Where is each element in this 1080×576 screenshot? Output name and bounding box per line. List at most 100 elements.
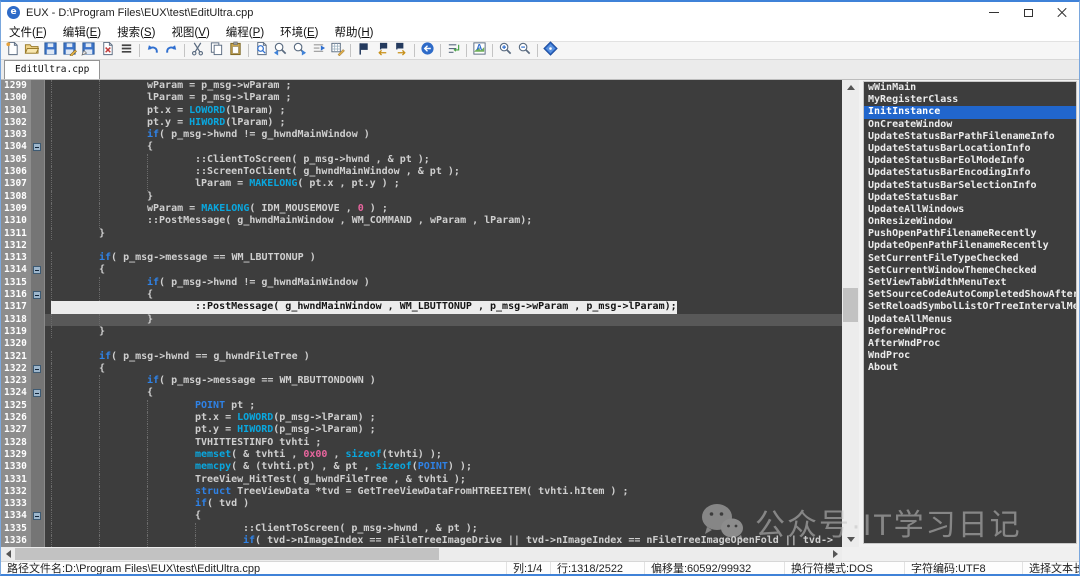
- tab-editultra-cpp[interactable]: EditUltra.cpp: [4, 60, 100, 79]
- save-all-button[interactable]: [60, 42, 79, 60]
- code-line[interactable]: 1303if( p_msg->hwnd != g_hwndMainWindow …: [1, 129, 842, 141]
- line-endings-button[interactable]: [444, 42, 463, 60]
- code-line[interactable]: 1301pt.x = LOWORD(lParam) ;: [1, 105, 842, 117]
- vertical-scrollbar-thumb[interactable]: [843, 288, 858, 322]
- code-line[interactable]: 1328TVHITTESTINFO tvhti ;: [1, 437, 842, 449]
- scroll-left-button[interactable]: [1, 547, 15, 561]
- code-line[interactable]: 1309wParam = MAKELONG( IDM_MOUSEMOVE , 0…: [1, 203, 842, 215]
- menu-item-编程P[interactable]: 编程(P): [218, 23, 272, 41]
- bookmark-prev-button[interactable]: [373, 42, 392, 60]
- menu-item-搜索S[interactable]: 搜索(S): [109, 23, 163, 41]
- save-button[interactable]: [41, 42, 60, 60]
- undo-button[interactable]: [143, 42, 162, 60]
- code-line[interactable]: 1314{: [1, 264, 842, 276]
- code-line[interactable]: 1312: [1, 240, 842, 252]
- code-line[interactable]: 1308}: [1, 191, 842, 203]
- symbol-item-oncreatewindow[interactable]: OnCreateWindow: [864, 119, 1076, 131]
- symbol-item-pushopenpathfilenamerecently[interactable]: PushOpenPathFilenameRecently: [864, 228, 1076, 240]
- redo-button[interactable]: [162, 42, 181, 60]
- open-file-button[interactable]: [22, 42, 41, 60]
- paste-button[interactable]: [226, 42, 245, 60]
- code-line[interactable]: 1325POINT pt ;: [1, 400, 842, 412]
- save-as-button[interactable]: [79, 42, 98, 60]
- code-line[interactable]: 1336if( tvd->nImageIndex == nFileTreeIma…: [1, 535, 842, 547]
- code-line[interactable]: 1307lParam = MAKELONG( pt.x , pt.y ) ;: [1, 178, 842, 190]
- code-line[interactable]: 1335::ClientToScreen( p_msg->hwnd , & pt…: [1, 523, 842, 535]
- navigate-back-button[interactable]: [418, 42, 437, 60]
- scroll-right-button[interactable]: [828, 547, 842, 561]
- new-file-button[interactable]: [3, 42, 22, 60]
- symbol-item-beforewndproc[interactable]: BeforeWndProc: [864, 326, 1076, 338]
- symbol-item-updatestatusbareolmodeinfo[interactable]: UpdateStatusBarEolModeInfo: [864, 155, 1076, 167]
- code-line[interactable]: 1300lParam = p_msg->lParam ;: [1, 92, 842, 104]
- code-line[interactable]: 1316{: [1, 289, 842, 301]
- symbol-item-initinstance[interactable]: InitInstance: [864, 106, 1076, 118]
- fold-marker-icon[interactable]: [33, 143, 41, 151]
- code-line[interactable]: 1313if( p_msg->message == WM_LBUTTONUP ): [1, 252, 842, 264]
- close-button[interactable]: [1045, 2, 1079, 23]
- syntax-color-button[interactable]: A: [470, 42, 489, 60]
- code-line[interactable]: 1311}: [1, 228, 842, 240]
- replace-button[interactable]: [309, 42, 328, 60]
- file-list-button[interactable]: [117, 42, 136, 60]
- code-line[interactable]: 1327pt.y = HIWORD(p_msg->lParam) ;: [1, 424, 842, 436]
- vertical-scrollbar[interactable]: [842, 80, 859, 547]
- menu-item-文件F[interactable]: 文件(F): [1, 23, 55, 41]
- fold-marker-icon[interactable]: [33, 389, 41, 397]
- symbol-item-afterwndproc[interactable]: AfterWndProc: [864, 338, 1076, 350]
- menu-item-帮助H[interactable]: 帮助(H): [327, 23, 382, 41]
- find-button[interactable]: [252, 42, 271, 60]
- replace-in-files-button[interactable]: [328, 42, 347, 60]
- symbol-item-setsourcecodeautocompletedshowafter[interactable]: SetSourceCodeAutoCompletedShowAfter: [864, 289, 1076, 301]
- minimize-button[interactable]: [977, 2, 1011, 23]
- about-button[interactable]: [541, 42, 560, 60]
- symbol-item-myregisterclass[interactable]: MyRegisterClass: [864, 94, 1076, 106]
- bookmark-toggle-button[interactable]: [354, 42, 373, 60]
- symbol-item-updatestatusbarlocationinfo[interactable]: UpdateStatusBarLocationInfo: [864, 143, 1076, 155]
- code-line[interactable]: 1333if( tvd ): [1, 498, 842, 510]
- code-line[interactable]: 1299wParam = p_msg->wParam ;: [1, 80, 842, 92]
- code-line[interactable]: 1302pt.y = HIWORD(lParam) ;: [1, 117, 842, 129]
- symbol-item-updateallwindows[interactable]: UpdateAllWindows: [864, 204, 1076, 216]
- fold-marker-icon[interactable]: [33, 266, 41, 274]
- code-line[interactable]: 1315if( p_msg->hwnd != g_hwndMainWindow …: [1, 277, 842, 289]
- code-line[interactable]: 1310::PostMessage( g_hwndMainWindow , WM…: [1, 215, 842, 227]
- scroll-down-button[interactable]: [842, 532, 859, 547]
- code-line[interactable]: 1330memcpy( & (tvhti.pt) , & pt , sizeof…: [1, 461, 842, 473]
- symbol-item-updatestatusbarencodinginfo[interactable]: UpdateStatusBarEncodingInfo: [864, 167, 1076, 179]
- code-line[interactable]: 1317::PostMessage( g_hwndMainWindow , WM…: [1, 301, 842, 313]
- code-line[interactable]: 1322{: [1, 363, 842, 375]
- close-file-button[interactable]: [98, 42, 117, 60]
- fold-marker-icon[interactable]: [33, 291, 41, 299]
- symbol-item-wndproc[interactable]: WndProc: [864, 350, 1076, 362]
- code-line[interactable]: 1306::ScreenToClient( g_hwndMainWindow ,…: [1, 166, 842, 178]
- symbol-item-setcurrentfiletypechecked[interactable]: SetCurrentFileTypeChecked: [864, 253, 1076, 265]
- code-line[interactable]: 1323if( p_msg->message == WM_RBUTTONDOWN…: [1, 375, 842, 387]
- symbol-item-wwinmain[interactable]: wWinMain: [864, 82, 1076, 94]
- bookmark-next-button[interactable]: [392, 42, 411, 60]
- zoom-out-button[interactable]: [515, 42, 534, 60]
- code-line[interactable]: 1332struct TreeViewData *tvd = GetTreeVi…: [1, 486, 842, 498]
- menu-item-环境E[interactable]: 环境(E): [272, 23, 326, 41]
- zoom-in-button[interactable]: [496, 42, 515, 60]
- code-line[interactable]: 1321if( p_msg->hwnd == g_hwndFileTree ): [1, 351, 842, 363]
- code-line[interactable]: 1329memset( & tvhti , 0x00 , sizeof(tvht…: [1, 449, 842, 461]
- code-line[interactable]: 1304{: [1, 141, 842, 153]
- symbol-item-about[interactable]: About: [864, 362, 1076, 374]
- code-line[interactable]: 1334{: [1, 510, 842, 522]
- symbol-item-updatestatusbarselectioninfo[interactable]: UpdateStatusBarSelectionInfo: [864, 180, 1076, 192]
- fold-marker-icon[interactable]: [33, 365, 41, 373]
- symbol-item-updatestatusbarpathfilenameinfo[interactable]: UpdateStatusBarPathFilenameInfo: [864, 131, 1076, 143]
- symbol-item-updateopenpathfilenamerecently[interactable]: UpdateOpenPathFilenameRecently: [864, 240, 1076, 252]
- menu-item-视图V[interactable]: 视图(V): [163, 23, 217, 41]
- symbol-item-updatestatusbar[interactable]: UpdateStatusBar: [864, 192, 1076, 204]
- code-line[interactable]: 1319}: [1, 326, 842, 338]
- code-editor[interactable]: 1299wParam = p_msg->wParam ;1300lParam =…: [1, 80, 842, 547]
- code-line[interactable]: 1318}: [1, 314, 842, 326]
- symbol-item-updateallmenus[interactable]: UpdateAllMenus: [864, 314, 1076, 326]
- symbol-list[interactable]: wWinMainMyRegisterClassInitInstanceOnCre…: [863, 81, 1077, 544]
- find-prev-button[interactable]: [271, 42, 290, 60]
- horizontal-scrollbar-thumb[interactable]: [15, 548, 439, 560]
- code-line[interactable]: 1326pt.x = LOWORD(p_msg->lParam) ;: [1, 412, 842, 424]
- copy-button[interactable]: [207, 42, 226, 60]
